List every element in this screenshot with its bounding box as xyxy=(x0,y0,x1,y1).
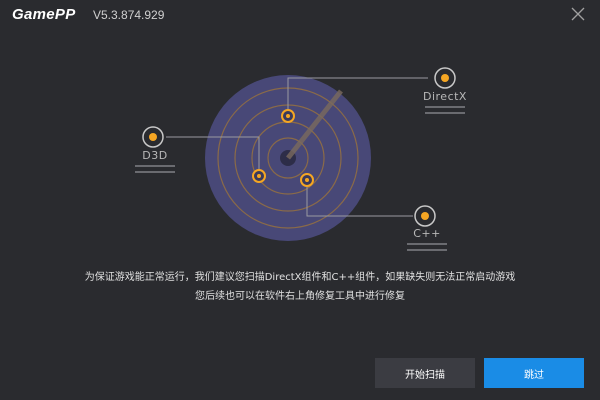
start-scan-button[interactable]: 开始扫描 xyxy=(375,358,475,388)
directx-node-icon xyxy=(434,67,456,89)
cpp-label: C++ xyxy=(413,227,441,240)
d3d-node-icon xyxy=(142,126,164,148)
description-line-1: 为保证游戏能正常运行，我们建议您扫描DirectX组件和C++组件，如果缺失则无… xyxy=(84,272,516,283)
radar-illustration xyxy=(135,67,465,251)
directx-label: DirectX xyxy=(423,90,467,103)
inner-node-top xyxy=(281,109,295,123)
skip-button[interactable]: 跳过 xyxy=(484,358,584,388)
cpp-node-icon xyxy=(414,205,436,227)
d3d-label: D3D xyxy=(142,149,168,162)
inner-node-left xyxy=(252,169,266,183)
description-line-2: 您后续也可以在软件右上角修复工具中进行修复 xyxy=(195,291,405,302)
inner-node-right xyxy=(300,173,314,187)
